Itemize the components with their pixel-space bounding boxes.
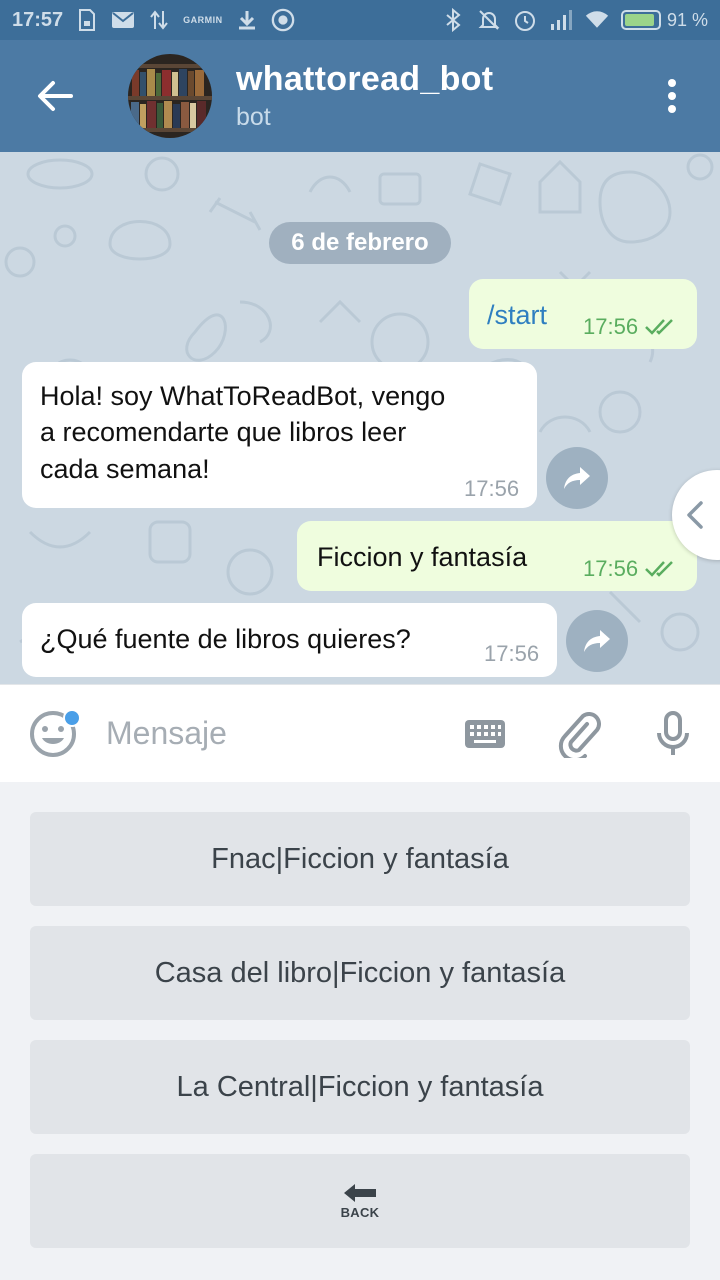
- more-options-button[interactable]: [624, 40, 720, 152]
- attach-button[interactable]: [532, 685, 626, 783]
- bookshelf-avatar-image: [128, 54, 212, 138]
- message-text: ¿Qué fuente de libros quieres?: [40, 624, 411, 654]
- message-outgoing[interactable]: Ficcion y fantasía 17:56: [297, 521, 697, 591]
- message-time-text: 17:56: [583, 556, 639, 581]
- bot-reply-keyboard: Fnac|Ficcion y fantasía Casa del libro|F…: [0, 782, 720, 1280]
- share-forward-icon: [584, 630, 610, 652]
- notification-dot: [63, 708, 81, 727]
- battery-percent: 91 %: [666, 9, 708, 30]
- bluetooth-icon: [441, 8, 465, 32]
- message-incoming[interactable]: Hola! soy WhatToReadBot, vengo a recomen…: [22, 362, 537, 508]
- date-chip: 6 de febrero: [269, 222, 451, 264]
- message-text: Ficcion y fantasía: [317, 542, 528, 572]
- message-line: Hola! soy WhatToReadBot, vengo: [40, 381, 446, 411]
- alarm-icon: [513, 8, 537, 32]
- chat-subtitle: bot: [236, 103, 271, 131]
- message-input-placeholder: Mensaje: [106, 715, 227, 751]
- avatar[interactable]: [128, 54, 212, 138]
- message-line: cada semana!: [40, 453, 210, 484]
- battery-level-fill: [624, 14, 655, 26]
- sim-card-icon: [75, 8, 99, 32]
- back-label: BACK: [340, 1204, 380, 1220]
- chat-header: whattoread_bot bot: [0, 40, 720, 152]
- chevron-left-icon: [687, 501, 703, 529]
- download-icon: [235, 8, 259, 32]
- message-outgoing[interactable]: /start 17:56: [469, 279, 697, 349]
- message-input[interactable]: Mensaje: [106, 685, 438, 783]
- keyboard-button-fnac[interactable]: Fnac|Ficcion y fantasía: [30, 812, 690, 906]
- paperclip-icon: [558, 711, 601, 758]
- message-text[interactable]: /start: [487, 297, 547, 333]
- share-button[interactable]: [546, 447, 608, 509]
- back-arrow-icon: [344, 1183, 376, 1202]
- share-forward-icon: [564, 467, 590, 489]
- chat-messages-area[interactable]: 6 de febrero /start 17:56 Hola! soy What…: [0, 152, 720, 684]
- back-arrow-icon: [38, 81, 73, 111]
- garmin-label: GARMIN: [183, 15, 223, 25]
- share-button[interactable]: [566, 610, 628, 672]
- message-time: 17:56: [583, 312, 678, 342]
- keyboard-button-casa-del-libro[interactable]: Casa del libro|Ficcion y fantasía: [30, 926, 690, 1020]
- bot-keyboard-toggle-button[interactable]: [438, 685, 532, 783]
- signal-icon: [549, 8, 573, 32]
- double-check-icon: [645, 560, 673, 577]
- wifi-icon: [585, 8, 609, 32]
- microphone-icon: [657, 710, 689, 755]
- message-text: Hola! soy WhatToReadBot, vengo a recomen…: [40, 378, 445, 487]
- battery-indicator: 91 %: [620, 9, 708, 31]
- emoji-button[interactable]: [0, 685, 106, 783]
- message-time: 17:56: [484, 641, 540, 666]
- battery-icon: [620, 10, 661, 30]
- message-line: a recomendarte que libros leer: [40, 417, 407, 448]
- double-check-icon: [645, 318, 673, 335]
- status-bar: 17:57 GARMIN 91 %: [0, 0, 720, 40]
- message-time: 17:56: [464, 476, 520, 501]
- message-input-bar: Mensaje: [0, 684, 720, 782]
- voice-message-button[interactable]: [626, 685, 720, 783]
- sync-icon: [271, 8, 295, 32]
- mail-icon: [111, 8, 135, 32]
- more-vertical-icon: [668, 79, 676, 113]
- status-time: 17:57: [12, 8, 64, 31]
- back-button[interactable]: [0, 40, 110, 152]
- mute-icon: [477, 8, 501, 32]
- chat-title[interactable]: whattoread_bot: [236, 60, 493, 99]
- message-time: 17:56: [583, 554, 678, 584]
- keyboard-button-back[interactable]: BACK: [30, 1154, 690, 1248]
- keyboard-icon: [465, 719, 505, 748]
- keyboard-button-la-central[interactable]: La Central|Ficcion y fantasía: [30, 1040, 690, 1134]
- message-time-text: 17:56: [583, 314, 639, 339]
- data-transfer-icon: [147, 8, 171, 32]
- message-incoming[interactable]: ¿Qué fuente de libros quieres? 17:56: [22, 603, 557, 677]
